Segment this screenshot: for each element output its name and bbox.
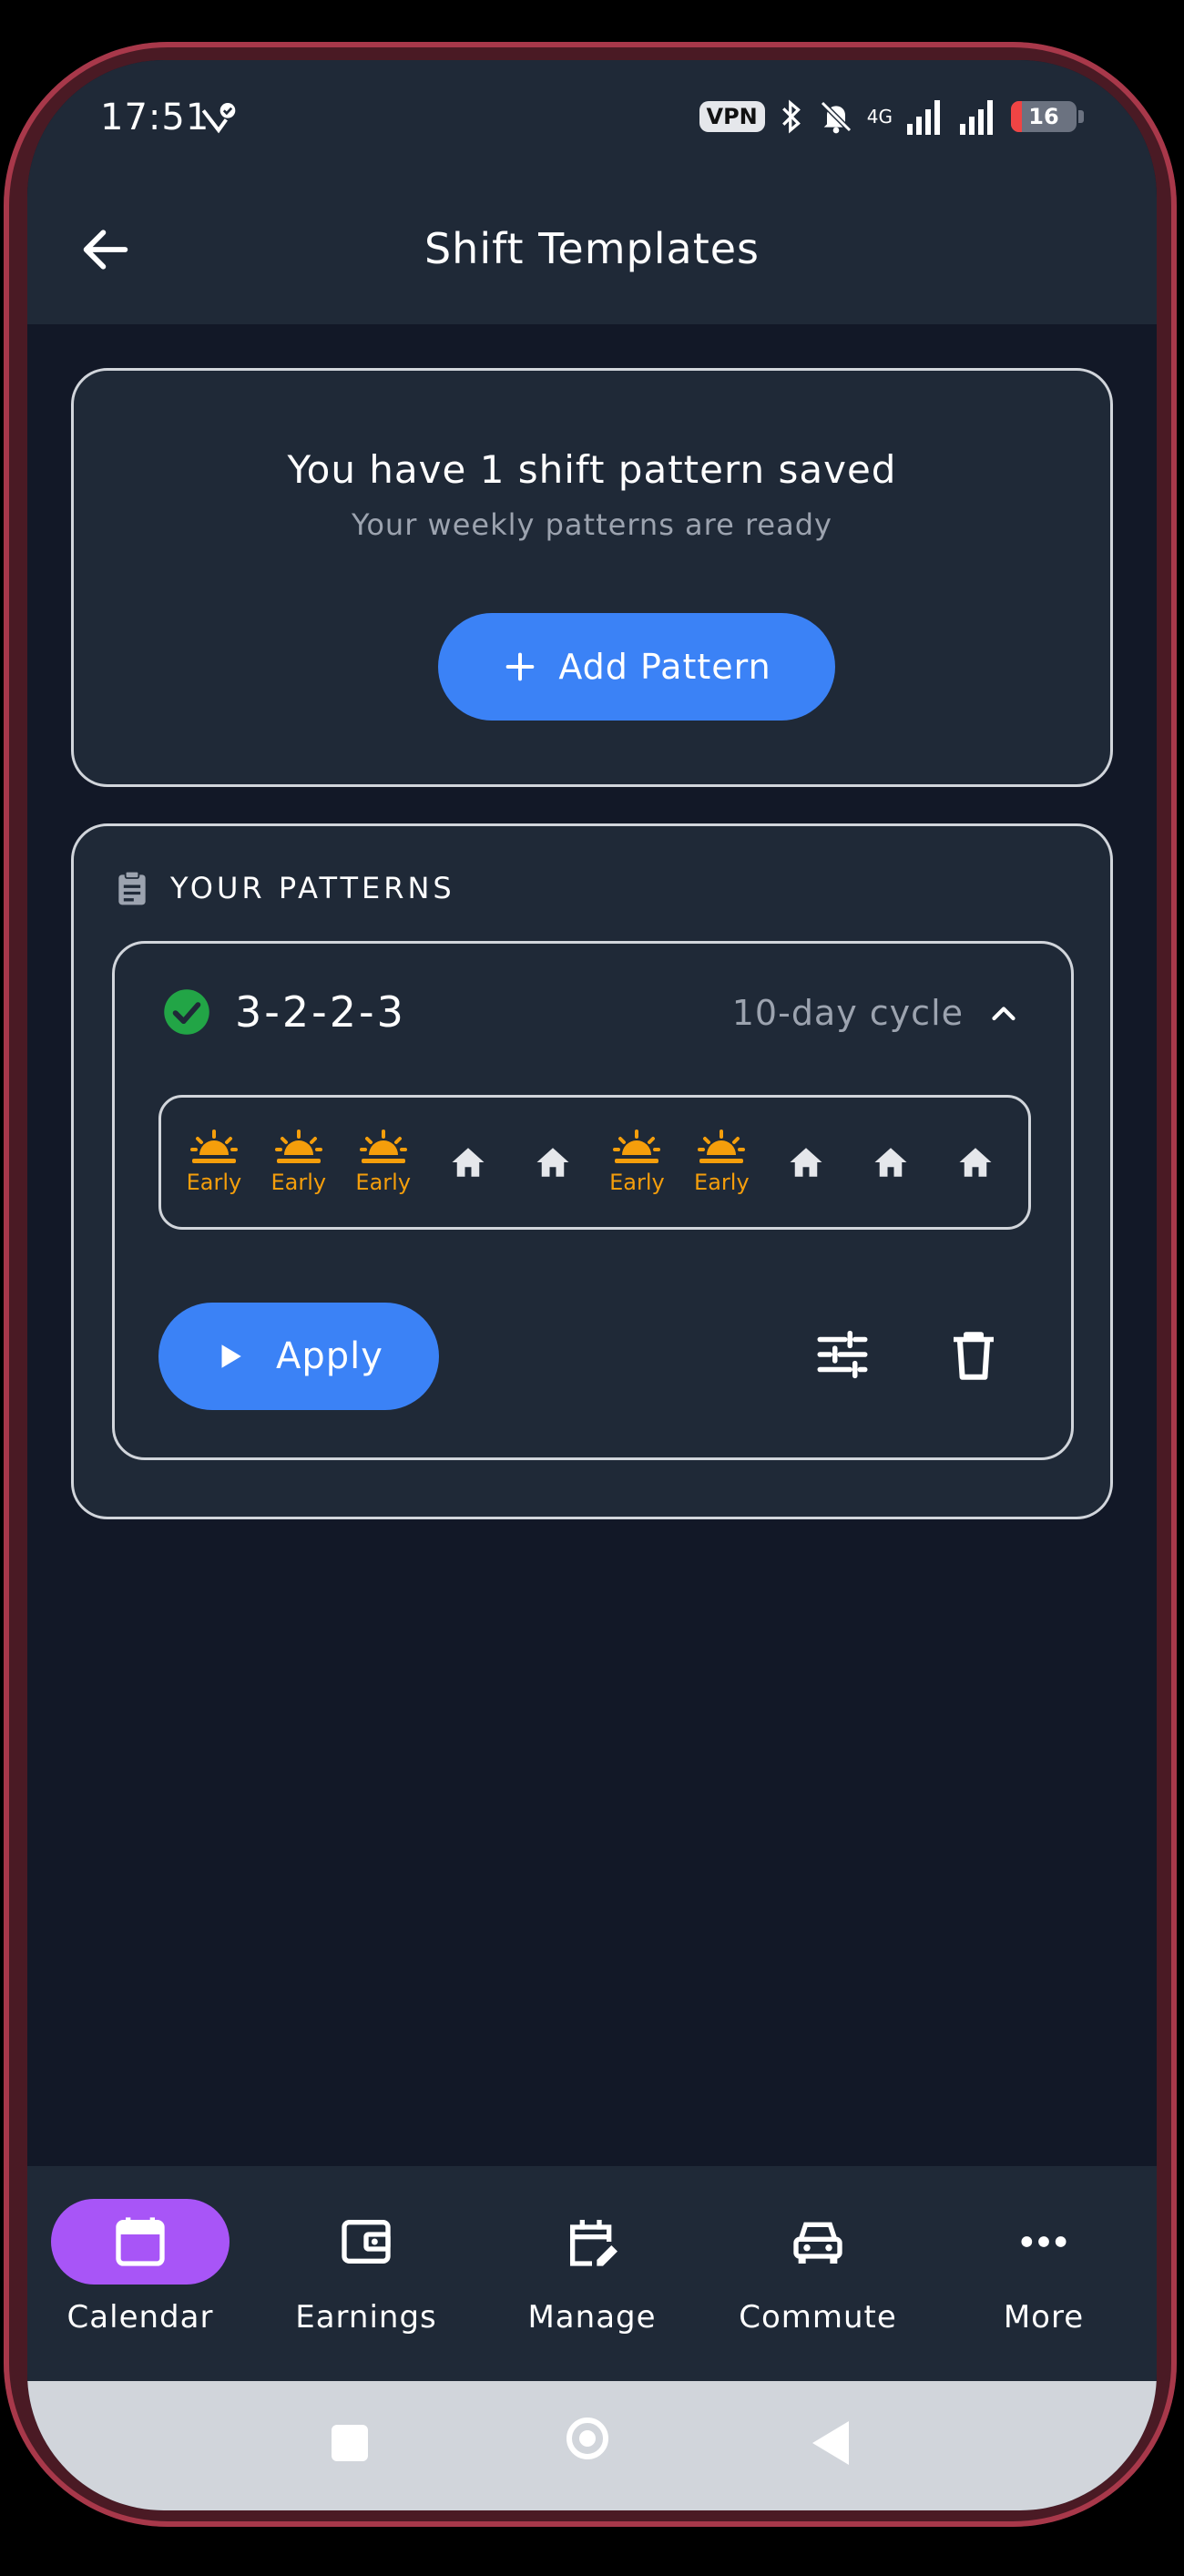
sunrise-icon <box>274 1130 322 1163</box>
home-icon <box>874 1148 907 1177</box>
car-icon <box>793 2222 842 2264</box>
calendar-icon <box>116 2217 165 2266</box>
apply-label: Apply <box>276 1335 383 1377</box>
nav-item-earnings[interactable]: Earnings <box>257 2199 475 2363</box>
signal-icon <box>907 100 940 135</box>
nav-pill <box>51 2199 230 2285</box>
wifi-check-icon <box>201 103 236 134</box>
battery-indicator: 16 <box>1011 101 1077 132</box>
battery-tip <box>1078 110 1084 123</box>
nav-item-more[interactable]: More <box>934 2199 1153 2363</box>
recents-button[interactable] <box>332 2425 368 2461</box>
nav-pill <box>729 2199 907 2285</box>
plus-icon <box>505 652 535 681</box>
home-icon <box>959 1148 992 1177</box>
pattern-name: 3-2-2-3 <box>235 987 406 1037</box>
cycle-toggle[interactable]: 10-day cycle <box>732 993 1020 1033</box>
patterns-section: YOUR PATTERNS 3-2-2-3 10-day cycle Early… <box>71 823 1113 1519</box>
nav-pill <box>277 2199 455 2285</box>
day-label: Early <box>355 1170 412 1195</box>
pattern-day: Early <box>175 1112 253 1212</box>
home-icon <box>452 1148 485 1177</box>
signal-icon-2 <box>960 100 993 135</box>
section-heading: YOUR PATTERNS <box>170 871 455 905</box>
add-pattern-label: Add Pattern <box>558 647 771 687</box>
summary-headline: You have 1 shift pattern saved <box>287 447 897 492</box>
check-circle-icon <box>164 989 209 1035</box>
notifications-off-icon <box>820 100 852 134</box>
home-icon <box>790 1148 822 1177</box>
nav-item-commute[interactable]: Commute <box>709 2199 927 2363</box>
section-header: YOUR PATTERNS <box>112 868 455 908</box>
summary-subtitle: Your weekly patterns are ready <box>352 507 832 542</box>
nav-label: Manage <box>527 2299 657 2336</box>
pattern-day <box>936 1112 1015 1212</box>
status-icons: VPN 4G 16 <box>699 97 1084 137</box>
nav-item-calendar[interactable]: Calendar <box>31 2199 250 2363</box>
tune-icon[interactable] <box>812 1324 873 1385</box>
pattern-day: Early <box>597 1112 676 1212</box>
bottom-navigation: Calendar Earnings Manage Commute More <box>27 2166 1157 2381</box>
edit-calendar-icon <box>570 2220 618 2266</box>
sunrise-icon <box>359 1130 407 1163</box>
nav-pill <box>954 2199 1133 2285</box>
chevron-up-icon <box>992 1007 1016 1021</box>
day-label: Early <box>609 1170 665 1195</box>
sunrise-icon <box>189 1130 238 1163</box>
pattern-title: 3-2-2-3 <box>162 987 406 1037</box>
system-back-button[interactable] <box>812 2421 849 2465</box>
battery-level: 16 <box>1028 104 1059 129</box>
pattern-day <box>852 1112 930 1212</box>
delete-icon[interactable] <box>944 1324 1004 1385</box>
battery-fill <box>1011 101 1022 132</box>
play-icon <box>221 1344 241 1368</box>
add-pattern-button[interactable]: Add Pattern <box>438 613 835 721</box>
bluetooth-icon <box>781 99 801 134</box>
pattern-day <box>429 1112 507 1212</box>
clipboard-icon <box>118 870 146 905</box>
vpn-badge: VPN <box>699 101 765 132</box>
wallet-icon <box>342 2220 391 2264</box>
status-time: 17:51 <box>100 97 210 138</box>
nav-label: Calendar <box>66 2299 214 2336</box>
home-button[interactable] <box>566 2418 608 2459</box>
pattern-day: Early <box>260 1112 338 1212</box>
app-bar: Shift Templates <box>27 179 1157 324</box>
cycle-length: 10-day cycle <box>731 993 964 1033</box>
pattern-day <box>767 1112 845 1212</box>
pattern-day: Early <box>344 1112 423 1212</box>
summary-card: You have 1 shift pattern saved Your week… <box>71 368 1113 787</box>
nav-label: Earnings <box>295 2299 437 2336</box>
day-label: Early <box>694 1170 750 1195</box>
screen: 17:51 VPN 4G 16 Shift Templates You have… <box>27 60 1157 2510</box>
sunrise-icon <box>698 1130 746 1163</box>
pattern-days: Early Early Early Early Early <box>158 1095 1031 1230</box>
nav-label: Commute <box>739 2299 897 2336</box>
day-label: Early <box>186 1170 242 1195</box>
phone: 17:51 VPN 4G 16 Shift Templates You have… <box>0 0 1184 2576</box>
nav-pill <box>503 2199 681 2285</box>
sunrise-icon <box>613 1130 661 1163</box>
network-type: 4G <box>866 106 893 128</box>
page-title: Shift Templates <box>424 224 760 273</box>
pattern-card[interactable]: 3-2-2-3 10-day cycle Early Early Early Earl… <box>112 941 1074 1460</box>
day-label: Early <box>270 1170 327 1195</box>
more-horiz-icon <box>1021 2236 1067 2247</box>
nav-label: More <box>1003 2299 1085 2336</box>
pattern-day <box>514 1112 592 1212</box>
apply-button[interactable]: Apply <box>158 1303 439 1410</box>
status-bar: 17:51 VPN 4G 16 <box>27 60 1157 179</box>
pattern-day: Early <box>682 1112 760 1212</box>
nav-item-manage[interactable]: Manage <box>483 2199 701 2363</box>
system-nav-bar <box>27 2381 1157 2510</box>
home-icon <box>536 1148 569 1177</box>
